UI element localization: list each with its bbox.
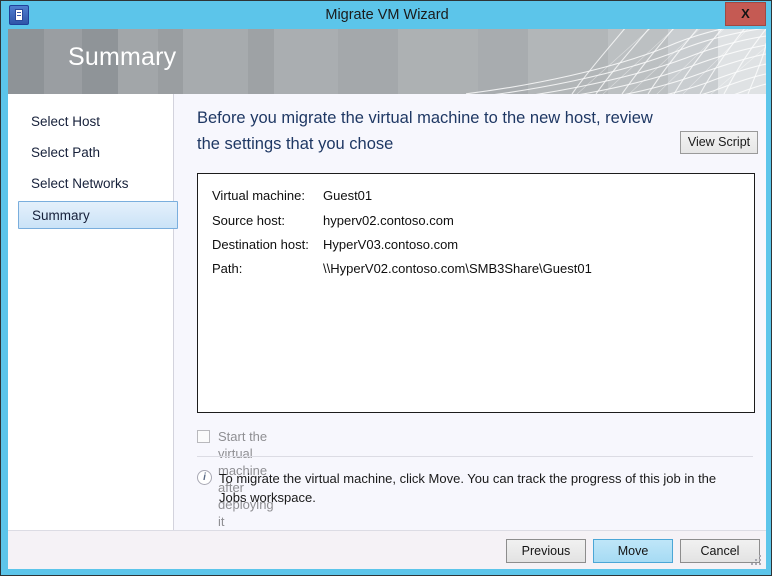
page-title: Summary <box>68 43 177 71</box>
previous-button[interactable]: Previous <box>506 539 586 563</box>
sidebar-item-select-networks[interactable]: Select Networks <box>18 170 178 198</box>
wizard-footer: Previous Move Cancel <box>8 530 766 569</box>
sidebar-item-select-path[interactable]: Select Path <box>18 139 178 167</box>
view-script-button[interactable]: View Script <box>680 131 758 154</box>
summary-value: HyperV03.contoso.com <box>323 237 459 252</box>
window-title: Migrate VM Wizard <box>325 7 449 23</box>
sidebar-item-summary[interactable]: Summary <box>18 201 178 229</box>
info-message-text: To migrate the virtual machine, click Mo… <box>219 471 717 505</box>
close-icon[interactable]: X <box>725 2 766 26</box>
summary-value: \\HyperV02.contoso.com\SMB3Share\Guest01 <box>323 261 592 276</box>
summary-label: Path: <box>212 261 243 276</box>
wizard-body: Select Host Select Path Select Networks … <box>8 94 766 530</box>
migrate-vm-wizard-window: Migrate VM Wizard X Summary Select Host … <box>0 0 772 576</box>
divider <box>197 456 753 457</box>
resize-grip[interactable] <box>751 555 761 565</box>
summary-value: Guest01 <box>323 188 373 203</box>
summary-value: hyperv02.contoso.com <box>323 213 454 228</box>
main-heading: Before you migrate the virtual machine t… <box>197 109 653 153</box>
wizard-steps-sidebar: Select Host Select Path Select Networks … <box>8 94 178 530</box>
wizard-main-panel: Before you migrate the virtual machine t… <box>174 94 766 530</box>
info-icon: i <box>197 470 212 485</box>
sidebar-item-select-host[interactable]: Select Host <box>18 108 178 136</box>
banner-mesh-decoration <box>466 29 766 94</box>
wizard-banner: Summary <box>8 29 766 94</box>
title-bar: Migrate VM Wizard X <box>1 1 771 29</box>
start-vm-checkbox[interactable] <box>197 430 210 443</box>
move-button[interactable]: Move <box>593 539 673 563</box>
summary-details-box: Virtual machine: Guest01 Source host: hy… <box>197 173 755 413</box>
summary-label: Virtual machine: <box>212 188 305 203</box>
summary-label: Source host: <box>212 213 285 228</box>
cancel-button[interactable]: Cancel <box>680 539 760 563</box>
summary-label: Destination host: <box>212 237 309 252</box>
